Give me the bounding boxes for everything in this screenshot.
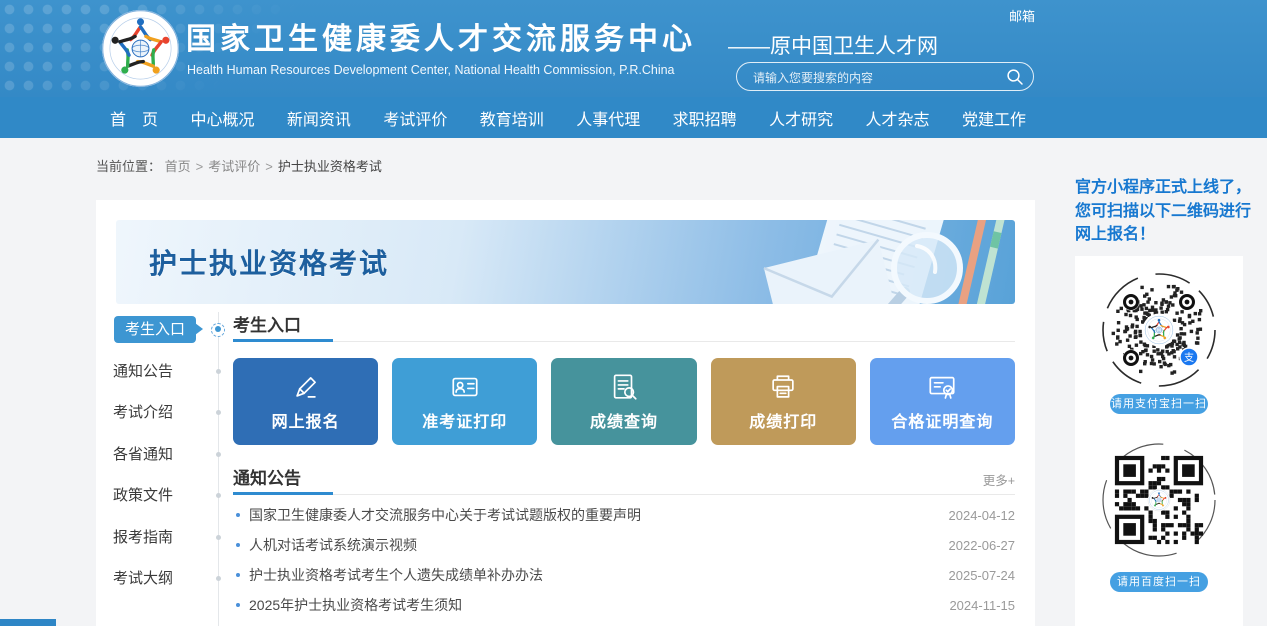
breadcrumb-item-0[interactable]: 首页 [165, 159, 191, 174]
site-header: 国家卫生健康委人才交流服务中心 Health Human Resources D… [0, 0, 1267, 97]
site-logo [101, 9, 180, 88]
nav-item-6[interactable]: 求职招聘 [673, 106, 737, 130]
notice-section-header: 通知公告 更多+ [233, 464, 1015, 488]
sidebar-item-2[interactable]: 考试介绍 [113, 399, 203, 426]
bullet-dot [236, 573, 240, 577]
notice-date: 2025-07-24 [949, 568, 1016, 583]
main-nav: 首 页 中心概况 新闻资讯 考试评价 教育培训 人事代理 求职招聘 人才研究 人才杂志 党建工作 [0, 97, 1267, 138]
entry-button-label: 准考证打印 [422, 408, 507, 432]
alipay-qr-code: 支 [1099, 270, 1219, 390]
sidebar-item-4[interactable]: 政策文件 [113, 482, 203, 509]
notice-title[interactable]: 护士执业资格考试考生个人遗失成绩单补办办法 [249, 565, 949, 585]
entry-button-1[interactable]: 准考证打印 [392, 358, 537, 445]
bullet-dot [236, 513, 240, 517]
notice-list: 国家卫生健康委人才交流服务中心关于考试试题版权的重要声明2024-04-12人机… [233, 500, 1015, 620]
notice-date: 2022-06-27 [949, 538, 1016, 553]
nav-item-1[interactable]: 中心概况 [190, 106, 254, 130]
id-card-icon [450, 372, 480, 402]
search-icon[interactable] [1006, 68, 1024, 86]
banner-decoration [575, 220, 1015, 304]
breadcrumb-item-2: 护士执业资格考试 [278, 159, 382, 174]
page-banner: 护士执业资格考试 [116, 220, 1015, 304]
promo-text: 官方小程序正式上线了，您可扫描以下二维码进行网上报名！ [1075, 176, 1257, 247]
sidebar-dot [216, 452, 221, 457]
notice-row-1[interactable]: 人机对话考试系统演示视频2022-06-27 [233, 530, 1015, 560]
entry-button-label: 网上报名 [272, 408, 340, 432]
entry-section-header: 考生入口 [233, 311, 1015, 335]
pencil-icon [291, 372, 321, 402]
banner-title: 护士执业资格考试 [149, 242, 389, 282]
notice-date: 2024-11-15 [949, 598, 1015, 613]
breadcrumb-item-1[interactable]: 考试评价 [208, 159, 260, 174]
notice-title[interactable]: 人机对话考试系统演示视频 [249, 535, 949, 555]
sidebar-item-5[interactable]: 报考指南 [113, 524, 203, 551]
nav-item-3[interactable]: 考试评价 [383, 106, 447, 130]
site-subtitle: Health Human Resources Development Cente… [187, 63, 675, 77]
mailbox-link[interactable]: 邮箱 [1009, 6, 1035, 25]
site-title: 国家卫生健康委人才交流服务中心 [186, 14, 696, 58]
breadcrumb-prefix: 当前位置： [96, 159, 165, 174]
certificate-icon [927, 372, 957, 402]
nav-item-9[interactable]: 党建工作 [962, 106, 1026, 130]
sidebar-dot [216, 410, 221, 415]
sidebar-dot [216, 493, 221, 498]
notice-title[interactable]: 2025年护士执业资格考试考生须知 [249, 595, 949, 615]
breadcrumb-separator: > [196, 159, 204, 174]
alipay-scan-button[interactable]: 请用支付宝扫一扫 [1110, 394, 1208, 414]
notice-row-3[interactable]: 2025年护士执业资格考试考生须知2024-11-15 [233, 590, 1015, 620]
nav-item-8[interactable]: 人才杂志 [866, 106, 930, 130]
breadcrumb-separator: > [265, 159, 273, 174]
printer-icon [768, 372, 798, 402]
notice-row-2[interactable]: 护士执业资格考试考生个人遗失成绩单补办办法2025-07-24 [233, 560, 1015, 590]
sidebar-dot [216, 369, 221, 374]
active-marker [211, 323, 225, 337]
sidebar-item-active[interactable]: 考生入口 [114, 316, 196, 343]
notice-date: 2024-04-12 [949, 508, 1016, 523]
baidu-qr-code [1099, 440, 1219, 560]
notice-section-title: 通知公告 [233, 464, 301, 489]
entry-button-0[interactable]: 网上报名 [233, 358, 378, 445]
bullet-dot [236, 603, 240, 607]
entry-button-4[interactable]: 合格证明查询 [870, 358, 1015, 445]
entry-button-3[interactable]: 成绩打印 [711, 358, 856, 445]
page: 国家卫生健康委人才交流服务中心 Health Human Resources D… [0, 0, 1267, 626]
entry-button-label: 合格证明查询 [891, 408, 993, 432]
sidebar-dot [216, 535, 221, 540]
breadcrumb: 当前位置： 首页 > 考试评价 > 护士执业资格考试 [96, 156, 382, 175]
notice-section-underline [233, 492, 1015, 495]
qr-panel: 支 请用支付宝扫一扫 请用百度扫一扫 [1075, 256, 1243, 626]
entry-section-underline [233, 339, 1015, 342]
entry-buttons: 网上报名 准考证打印 成绩查询 成绩打印 合格证明查询 [233, 358, 1015, 445]
entry-section-title: 考生入口 [233, 311, 301, 336]
entry-button-label: 成绩查询 [590, 408, 658, 432]
content-card: 护士执业资格考试 考生入口通知公告考试介绍各省通知政策文件报考指南考试大纲 考生… [96, 200, 1035, 626]
nav-item-4[interactable]: 教育培训 [480, 106, 544, 130]
notice-row-0[interactable]: 国家卫生健康委人才交流服务中心关于考试试题版权的重要声明2024-04-12 [233, 500, 1015, 530]
document-search-icon [609, 372, 639, 402]
entry-button-2[interactable]: 成绩查询 [551, 358, 696, 445]
svg-text:支: 支 [1184, 352, 1194, 364]
baidu-scan-button[interactable]: 请用百度扫一扫 [1110, 572, 1208, 592]
sidebar-item-3[interactable]: 各省通知 [113, 441, 203, 468]
sidebar-item-1[interactable]: 通知公告 [113, 358, 203, 385]
nav-item-2[interactable]: 新闻资讯 [287, 106, 351, 130]
nav-item-0[interactable]: 首 页 [110, 106, 158, 130]
more-link[interactable]: 更多+ [983, 470, 1015, 489]
sidebar-item-6[interactable]: 考试大纲 [113, 565, 203, 592]
bullet-dot [236, 543, 240, 547]
footer-edge [0, 619, 56, 626]
sidebar-dot [216, 576, 221, 581]
former-site-name: ——原中国卫生人才网 [728, 30, 938, 60]
nav-item-5[interactable]: 人事代理 [576, 106, 640, 130]
search-box [736, 62, 1034, 91]
search-input[interactable] [751, 64, 995, 91]
notice-title[interactable]: 国家卫生健康委人才交流服务中心关于考试试题版权的重要声明 [249, 505, 949, 525]
entry-button-label: 成绩打印 [749, 408, 817, 432]
nav-item-7[interactable]: 人才研究 [769, 106, 833, 130]
